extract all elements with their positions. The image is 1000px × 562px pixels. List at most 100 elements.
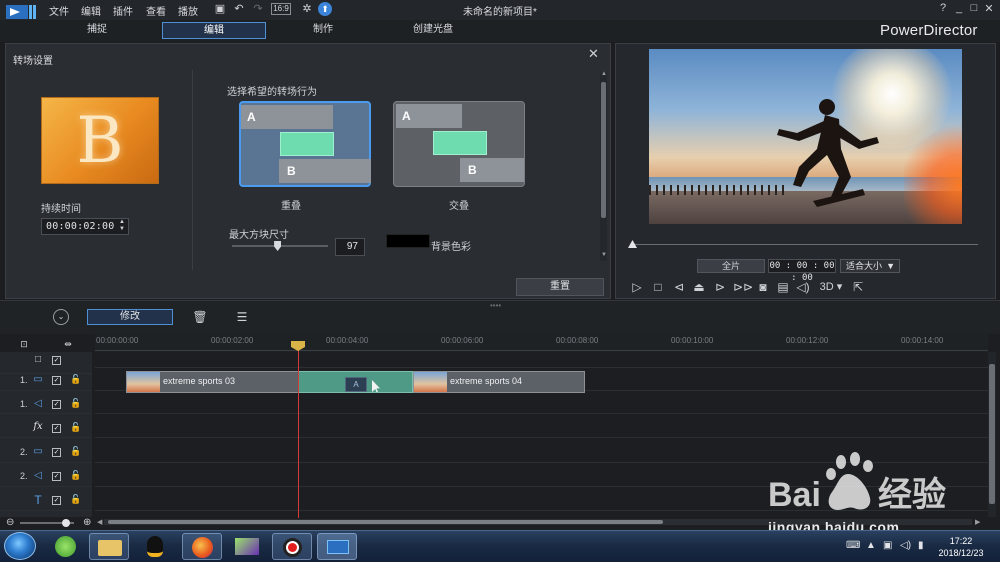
tray-battery-icon[interactable]: ▮ <box>918 540 924 551</box>
tab-create-disc[interactable]: 创建光盘 <box>381 22 485 39</box>
volume-icon[interactable]: ◁) <box>796 280 810 294</box>
track-master <box>95 352 988 368</box>
taskbar-app-green-icon[interactable] <box>46 533 86 560</box>
play-icon[interactable]: ▷ <box>630 280 644 294</box>
tray-volume-icon[interactable]: ◁) <box>900 540 911 551</box>
fit-size-dropdown[interactable]: 适合大小 ▼ <box>840 259 900 273</box>
fit-size-label: 适合大小 <box>846 261 883 271</box>
tray-keyboard-icon[interactable]: ⌨ <box>846 540 860 551</box>
minimize-icon[interactable]: _ <box>952 2 966 14</box>
restore-icon[interactable]: □ <box>967 2 981 14</box>
video-track-2-checkbox[interactable]: ✓ <box>52 448 61 457</box>
scroll-up-icon[interactable]: ▲ <box>601 71 607 77</box>
undock-icon[interactable]: ⇱ <box>851 280 865 294</box>
stop-icon[interactable]: □ <box>651 280 665 294</box>
3d-mode-button[interactable]: 3D ▾ <box>818 280 844 294</box>
audio-track-1-checkbox[interactable]: ✓ <box>52 400 61 409</box>
tab-edit[interactable]: 编辑 <box>162 22 266 39</box>
fx-track-checkbox[interactable]: ✓ <box>52 424 61 433</box>
skater-silhouette-icon <box>777 99 879 207</box>
tab-capture[interactable]: 捕捉 <box>45 22 149 39</box>
audio-track-2-checkbox[interactable]: ✓ <box>52 472 61 481</box>
lock-icon[interactable]: 🔓 <box>70 446 81 457</box>
master-track-checkbox[interactable]: ✓ <box>52 356 61 365</box>
aspect-ratio-icon[interactable]: 16:9 <box>271 3 291 15</box>
taskbar-recorder-icon[interactable] <box>272 533 312 560</box>
next-frame-icon[interactable]: ⊳ <box>713 280 727 294</box>
save-icon[interactable]: ▣ <box>213 2 227 16</box>
lock-icon[interactable]: 🔓 <box>70 374 81 385</box>
panel-scrollbar-thumb[interactable] <box>601 82 606 218</box>
update-icon[interactable]: ⬆ <box>318 2 332 16</box>
block-size-input[interactable]: 97 <box>335 238 365 256</box>
lock-icon[interactable]: 🔓 <box>70 470 81 481</box>
menu-edit[interactable]: 编辑 <box>81 3 101 18</box>
previous-frame-icon[interactable]: ⊲ <box>672 280 686 294</box>
background-color-swatch[interactable] <box>386 234 430 248</box>
transition-block <box>280 132 334 156</box>
scroll-left-icon[interactable]: ◀ <box>97 518 102 526</box>
title-track-checkbox[interactable]: ✓ <box>52 496 61 505</box>
timeline-horizontal-scroll-thumb[interactable] <box>108 520 663 524</box>
undo-icon[interactable]: ↶ <box>232 2 246 16</box>
taskbar-qq-icon[interactable] <box>135 533 175 560</box>
split-icon[interactable]: ⏏ <box>692 280 706 294</box>
duration-spinner[interactable]: ▲ ▼ <box>117 219 127 233</box>
preview-timecode[interactable]: 00 : 00 : 00 : 00 <box>768 259 836 283</box>
taskbar-powerdirector-icon[interactable] <box>317 533 357 560</box>
duration-input[interactable]: 00:00:02:00 <box>41 218 129 235</box>
zoom-out-icon[interactable]: ⊖ <box>6 517 14 528</box>
lock-icon[interactable]: 🔓 <box>70 494 81 505</box>
snapshot-icon[interactable]: ◙ <box>756 280 770 294</box>
menu-playback[interactable]: 播放 <box>178 3 198 18</box>
preview-seekbar[interactable] <box>632 244 978 245</box>
ruler-tick-label: 00:00:04:00 <box>326 336 369 345</box>
penguin-icon <box>147 536 163 557</box>
lock-icon[interactable]: 🔓 <box>70 422 81 433</box>
close-window-icon[interactable]: ✕ <box>982 2 996 15</box>
behavior-overlap-option[interactable]: A B <box>239 101 371 187</box>
scroll-right-icon[interactable]: ▶ <box>975 518 980 526</box>
track-manager-icon[interactable]: ⇹ <box>60 336 76 352</box>
subtitle-icon[interactable]: ▤ <box>776 280 790 294</box>
fit-timeline-icon[interactable]: ⊡ <box>16 336 32 352</box>
audio-track-icon: ◁ <box>34 470 42 481</box>
fast-forward-icon[interactable]: ⊳⊳ <box>733 280 753 294</box>
lens-flare <box>904 119 962 224</box>
app-green-icon <box>55 536 76 557</box>
redo-icon[interactable]: ↷ <box>251 2 265 16</box>
lock-icon[interactable]: 🔓 <box>70 398 81 409</box>
edit-list-icon[interactable]: ☰ <box>234 309 250 325</box>
window-title: 未命名的新项目* <box>463 7 537 18</box>
delete-trash-icon[interactable]: 🗑 <box>192 309 208 325</box>
transition-marker[interactable]: A <box>345 377 367 392</box>
windows-start-icon[interactable] <box>4 532 36 560</box>
menu-view[interactable]: 查看 <box>146 3 166 18</box>
taskbar-video-app-icon[interactable] <box>227 533 267 560</box>
scroll-down-icon[interactable]: ▼ <box>601 252 607 258</box>
tray-network-icon[interactable]: ▣ <box>883 540 892 551</box>
taskbar-firefox-icon[interactable] <box>182 533 222 560</box>
help-icon[interactable]: ? <box>936 2 950 14</box>
tray-clock[interactable]: 17:22 2018/12/23 <box>932 535 990 559</box>
modify-button[interactable]: 修改 <box>87 309 173 325</box>
movie-mode-button[interactable]: 全片 <box>697 259 765 273</box>
settings-gear-icon[interactable]: ✲ <box>300 2 314 16</box>
tab-produce[interactable]: 制作 <box>271 22 375 39</box>
menu-plugins[interactable]: 插件 <box>113 3 133 18</box>
zoom-in-icon[interactable]: ⊕ <box>83 517 91 528</box>
close-panel-icon[interactable]: ✕ <box>588 46 599 62</box>
splitter-grip-icon[interactable]: •••• <box>490 301 501 310</box>
video-preview <box>649 49 962 224</box>
expand-chevron-icon[interactable]: ⌄ <box>53 309 69 325</box>
video-track-1-checkbox[interactable]: ✓ <box>52 376 61 385</box>
reset-button[interactable]: 重置 <box>516 278 604 296</box>
zoom-slider-handle[interactable] <box>62 519 70 527</box>
tray-show-hidden-icon[interactable]: ▲ <box>866 540 876 551</box>
taskbar-explorer-icon[interactable] <box>89 533 129 560</box>
menu-file[interactable]: 文件 <box>49 3 69 18</box>
behavior-cross-option[interactable]: A B <box>393 101 525 187</box>
clip-name: extreme sports 04 <box>450 376 523 386</box>
track-number: 1. <box>20 399 28 409</box>
timeline-vertical-scroll-thumb[interactable] <box>989 364 995 504</box>
